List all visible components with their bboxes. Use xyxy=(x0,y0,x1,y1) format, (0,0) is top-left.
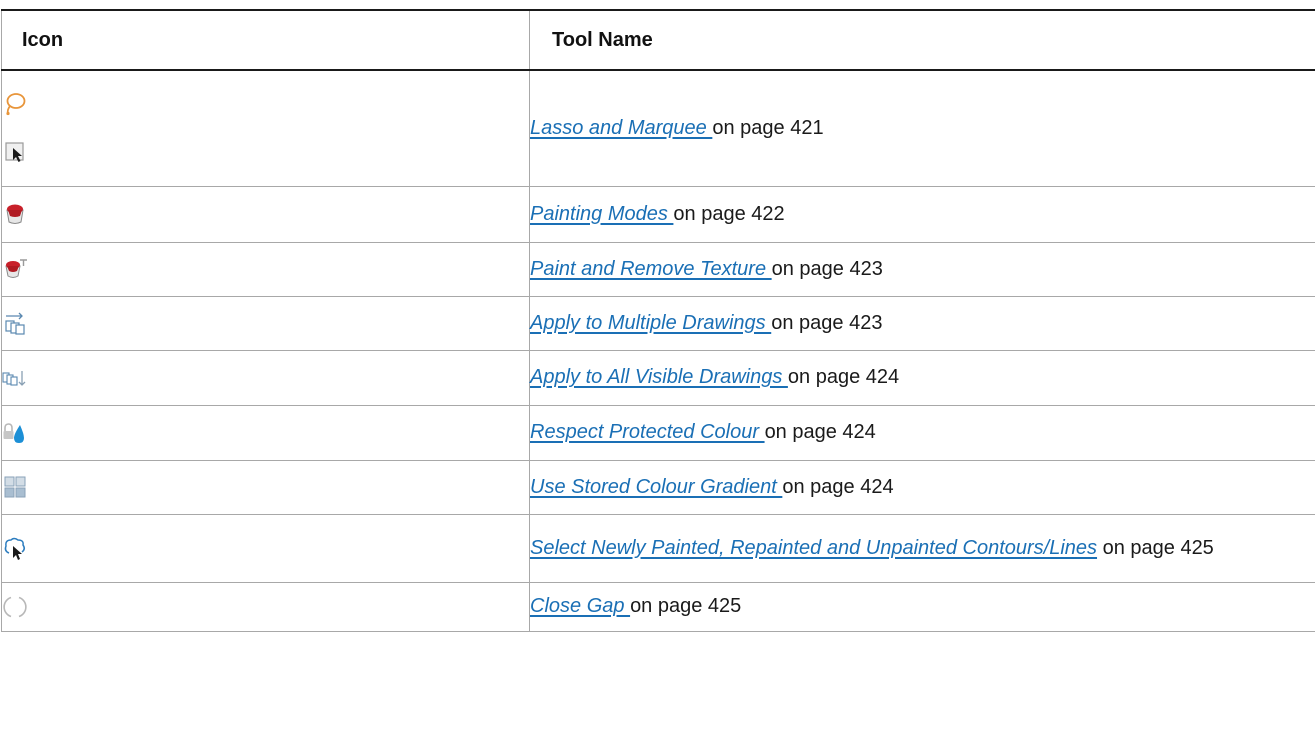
header-row: Icon Tool Name xyxy=(1,9,1315,71)
table-row: Use Stored Colour Gradient on page 424 xyxy=(1,459,1315,515)
apply-multiple-drawings-icon xyxy=(2,310,28,336)
lasso-icon xyxy=(2,91,28,117)
table-row: Respect Protected Colour on page 424 xyxy=(1,404,1315,461)
protected-colour-icon xyxy=(2,420,28,446)
page-reference: on page 423 xyxy=(771,311,883,334)
link-paint-and-remove-texture[interactable]: Paint and Remove Texture xyxy=(530,258,772,280)
table-row: Painting Modes on page 422 xyxy=(1,185,1315,243)
page-reference: on page 422 xyxy=(673,202,785,225)
table-row: Select Newly Painted, Repainted and Unpa… xyxy=(1,513,1315,583)
stored-gradient-icon xyxy=(2,474,28,500)
page-reference: on page 425 xyxy=(630,595,742,617)
table-row: Close Gap on page 425 xyxy=(1,581,1315,632)
page-reference: on page 424 xyxy=(787,366,900,388)
page-reference: on page 425 xyxy=(1097,536,1214,559)
table-row: Lasso and Marquee on page 421 xyxy=(1,69,1315,187)
page-reference: on page 421 xyxy=(712,116,824,139)
link-apply-to-multiple-drawings[interactable]: Apply to Multiple Drawings xyxy=(530,312,771,334)
page-reference: on page 423 xyxy=(771,257,883,280)
paint-bucket-icon xyxy=(2,201,28,227)
page-reference: on page 424 xyxy=(764,421,876,443)
header-icon: Icon xyxy=(1,9,530,71)
table-row: Paint and Remove Texture on page 423 xyxy=(1,241,1315,297)
tools-table: Icon Tool Name Lasso and Marquee on page… xyxy=(1,9,1315,632)
link-respect-protected-colour[interactable]: Respect Protected Colour xyxy=(530,421,765,443)
link-use-stored-colour-gradient[interactable]: Use Stored Colour Gradient xyxy=(530,476,782,498)
page-reference: on page 424 xyxy=(782,475,894,498)
select-painted-contours-icon xyxy=(2,535,28,561)
table-row: Apply to Multiple Drawings on page 423 xyxy=(1,295,1315,351)
close-gap-icon xyxy=(2,594,28,620)
link-lasso-and-marquee[interactable]: Lasso and Marquee xyxy=(530,117,712,139)
link-select-newly-painted-contours[interactable]: Select Newly Painted, Repainted and Unpa… xyxy=(530,537,1097,559)
link-close-gap[interactable]: Close Gap xyxy=(530,595,630,617)
apply-all-visible-drawings-icon xyxy=(2,365,28,391)
marquee-icon xyxy=(2,139,28,165)
paint-texture-icon xyxy=(2,256,28,282)
table-row: Apply to All Visible Drawings on page 42… xyxy=(1,349,1315,406)
link-apply-to-all-visible-drawings[interactable]: Apply to All Visible Drawings xyxy=(530,366,788,388)
header-tool-name: Tool Name xyxy=(529,9,1315,71)
link-painting-modes[interactable]: Painting Modes xyxy=(530,203,673,225)
